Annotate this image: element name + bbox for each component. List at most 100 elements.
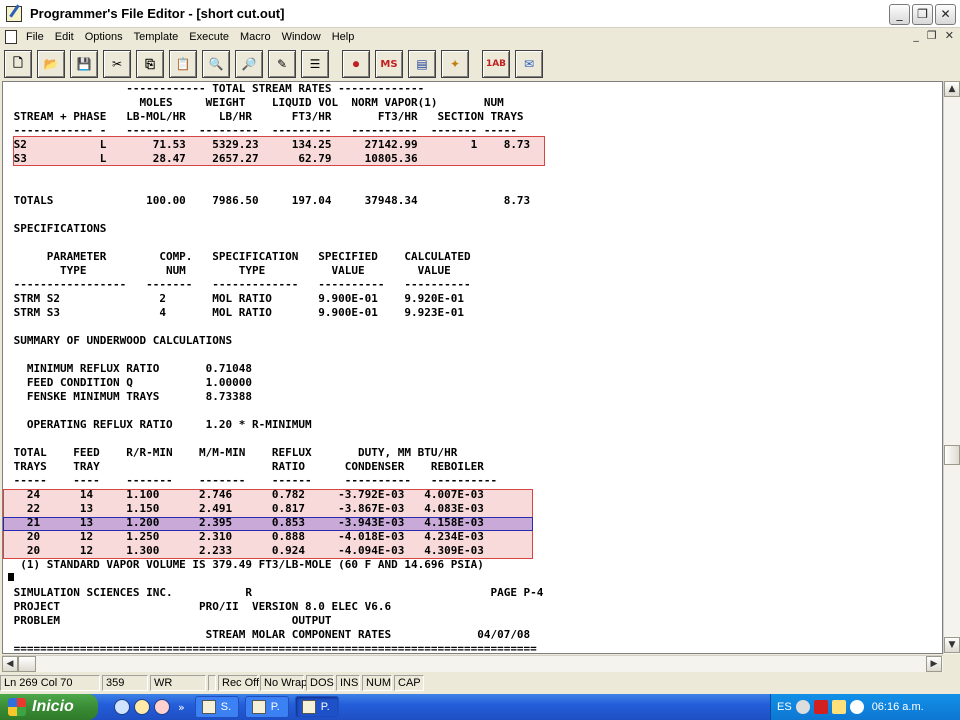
- pen-icon: ✎: [276, 57, 288, 71]
- network-icon[interactable]: [795, 700, 810, 714]
- pen-button[interactable]: ✎: [268, 50, 296, 78]
- new-file-icon: 🗋: [13, 55, 23, 70]
- language-indicator[interactable]: ES: [777, 701, 792, 713]
- ms-dos-button[interactable]: MS: [375, 50, 403, 78]
- status-dos: DOS: [306, 675, 334, 691]
- stamp-button[interactable]: ✉: [515, 50, 543, 78]
- scroll-right-button[interactable]: ▶: [926, 656, 942, 672]
- quick-launch-more-icon[interactable]: »: [178, 701, 185, 714]
- find-button[interactable]: 🔍: [202, 50, 230, 78]
- windows-flag-icon: [8, 698, 26, 716]
- menu-window[interactable]: Window: [277, 31, 327, 43]
- editor-line: STRM S2 2 MOL RATIO 9.900E-01 9.920E-01: [7, 292, 464, 305]
- editor-line: MOLES WEIGHT LIQUID VOL NORM VAPOR(1) NU…: [7, 96, 504, 109]
- vertical-scroll-thumb[interactable]: [944, 445, 960, 465]
- doc-close-button[interactable]: ✕: [945, 29, 954, 42]
- mail-icon[interactable]: [831, 700, 846, 714]
- stamp-icon: ✉: [523, 57, 535, 71]
- editor-line: TRAYS TRAY RATIO CONDENSER REBOILER: [7, 460, 484, 473]
- task-label: P.: [270, 701, 280, 713]
- copy-button[interactable]: ⎘: [136, 50, 164, 78]
- wand-icon: ✦: [449, 57, 461, 71]
- taskbar: Inicio » S. P. P. ES 06:16 a.m.: [0, 694, 960, 720]
- doc-minimize-button[interactable]: _: [913, 29, 919, 42]
- editor-line: MINIMUM REFLUX RATIO 0.71048: [7, 362, 253, 375]
- minimize-button[interactable]: _: [889, 4, 910, 25]
- editor-line: FEED CONDITION Q 1.00000: [7, 376, 253, 389]
- editor-line: TYPE NUM TYPE VALUE VALUE: [7, 264, 451, 277]
- status-write-mode: WR: [150, 675, 206, 691]
- editor-window: Programmer's File Editor - [short cut.ou…: [0, 0, 960, 694]
- menu-bar: File Edit Options Template Execute Macro…: [0, 28, 960, 46]
- maximize-button[interactable]: ❐: [912, 4, 933, 25]
- save-file-button[interactable]: 💾: [70, 50, 98, 78]
- new-file-button[interactable]: 🗋: [4, 50, 32, 78]
- menu-help[interactable]: Help: [327, 31, 361, 43]
- editor-line: PARAMETER COMP. SPECIFICATION SPECIFIED …: [7, 250, 471, 263]
- cut-button[interactable]: ✂: [103, 50, 131, 78]
- list-icon: ☰: [309, 57, 321, 71]
- editor-text-area[interactable]: ------------ TOTAL STREAM RATES --------…: [2, 81, 943, 654]
- scroll-up-button[interactable]: ▲: [944, 81, 960, 97]
- editor-line: STREAM + PHASE LB-MOL/HR LB/HR FT3/HR FT…: [7, 110, 524, 123]
- editor-line: STRM S3 4 MOL RATIO 9.900E-01 9.923E-01: [7, 306, 464, 319]
- editor-line: 22 13 1.150 2.491 0.817 -3.867E-03 4.083…: [7, 502, 484, 515]
- close-button[interactable]: ✕: [935, 4, 956, 25]
- window-button[interactable]: ▤: [408, 50, 436, 78]
- task-label: P.: [320, 701, 330, 713]
- horizontal-scrollbar[interactable]: ◀ ▶: [2, 655, 943, 672]
- start-button[interactable]: Inicio: [0, 694, 98, 720]
- messenger-icon[interactable]: [849, 700, 864, 714]
- editor-line: ------------ - --------- --------- -----…: [7, 124, 517, 137]
- vertical-scrollbar[interactable]: ▲ ▼: [943, 81, 960, 654]
- wand-button[interactable]: ✦: [441, 50, 469, 78]
- menu-template[interactable]: Template: [129, 31, 185, 43]
- menu-execute[interactable]: Execute: [184, 31, 235, 43]
- taskbar-item-p2[interactable]: P.: [294, 696, 339, 718]
- start-label: Inicio: [32, 698, 74, 715]
- taskbar-item-p1[interactable]: P.: [244, 696, 289, 718]
- editor-line: STREAM MOLAR COMPONENT RATES 04/07/08: [7, 628, 531, 641]
- doc-restore-button[interactable]: ❐: [927, 29, 937, 42]
- media-icon[interactable]: [154, 699, 170, 715]
- copy-icon: ⎘: [145, 56, 155, 71]
- cut-scissors-icon: ✂: [111, 57, 123, 71]
- editor-line: SIMULATION SCIENCES INC. R PAGE P-4: [7, 586, 544, 599]
- horizontal-scroll-thumb[interactable]: [18, 656, 36, 672]
- status-position: Ln 269 Col 70: [0, 675, 100, 691]
- clock: 06:16 a.m.: [871, 701, 924, 713]
- menu-file[interactable]: File: [21, 31, 50, 43]
- list-button[interactable]: ☰: [301, 50, 329, 78]
- find-next-button[interactable]: 🔎: [235, 50, 263, 78]
- menu-edit[interactable]: Edit: [50, 31, 80, 43]
- taskbar-item-s[interactable]: S.: [194, 696, 239, 718]
- open-file-button[interactable]: 📂: [37, 50, 65, 78]
- paste-button[interactable]: 📋: [169, 50, 197, 78]
- editor-line: SUMMARY OF UNDERWOOD CALCULATIONS: [7, 334, 233, 347]
- text-cursor: [8, 573, 14, 581]
- scroll-down-button[interactable]: ▼: [944, 637, 960, 653]
- menu-macro[interactable]: Macro: [235, 31, 277, 43]
- task-label: S.: [220, 701, 232, 713]
- record-macro-button[interactable]: ⏺: [342, 50, 370, 78]
- antivirus-icon[interactable]: [813, 700, 828, 714]
- 1ab-2cl-icon: 1AB: [485, 59, 507, 69]
- find-next-icon: 🔎: [241, 57, 257, 71]
- editor-line: 20 12 1.250 2.310 0.888 -4.018E-03 4.234…: [7, 530, 484, 543]
- pen-notepad-icon: [301, 700, 316, 714]
- status-ins: INS: [336, 675, 360, 691]
- editor-line: OPERATING REFLUX RATIO 1.20 * R-MINIMUM: [7, 418, 312, 431]
- mail-icon[interactable]: [134, 699, 150, 715]
- browser-icon[interactable]: [114, 699, 130, 715]
- editor-line: SPECIFICATIONS: [7, 222, 107, 235]
- paste-icon: 📋: [175, 57, 191, 71]
- save-disk-icon: 💾: [76, 57, 92, 71]
- sort-button[interactable]: 1AB: [482, 50, 510, 78]
- scroll-left-button[interactable]: ◀: [2, 656, 18, 672]
- menu-options[interactable]: Options: [80, 31, 129, 43]
